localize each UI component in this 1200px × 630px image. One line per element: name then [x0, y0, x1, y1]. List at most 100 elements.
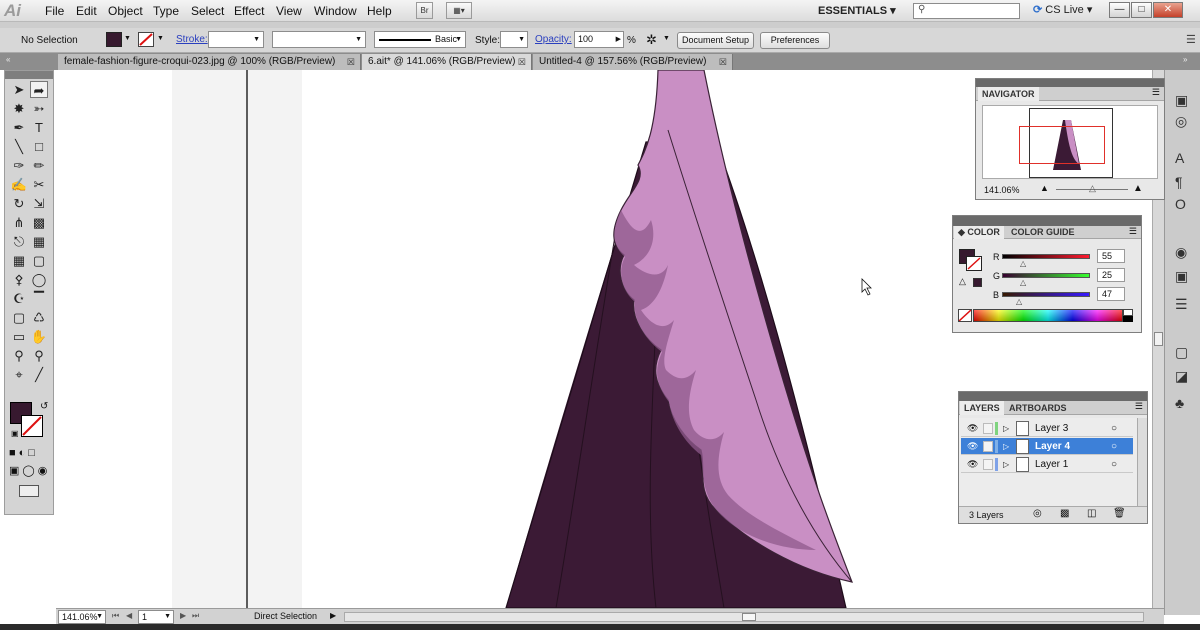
layer-name[interactable]: Layer 4 [1035, 438, 1070, 455]
lasso-tool-icon[interactable]: ➳ [30, 100, 48, 117]
hand-tool-icon[interactable]: ✋ [30, 328, 48, 345]
transparency-icon[interactable]: ◎ [1175, 113, 1187, 130]
target-circle-icon[interactable]: ○ [1111, 420, 1117, 437]
rectangle-tool-icon[interactable]: □ [30, 138, 48, 155]
cs-live-menu[interactable]: ⟳ CS Live ▾ [1033, 3, 1092, 16]
maximize-button[interactable]: □ [1131, 2, 1152, 18]
tab-6-ait[interactable]: 6.ait* @ 141.06% (RGB/Preview) ☒ [362, 54, 532, 70]
layer-row[interactable]: 👁 ▷ Layer 1 ○ [961, 456, 1133, 473]
slider-thumb-icon[interactable]: △ [1020, 259, 1026, 268]
zoom-slider-thumb[interactable]: △ [1089, 183, 1096, 194]
panel-menu-icon[interactable]: ☰ [1152, 87, 1160, 98]
previous-artboard-icon[interactable]: ◀ [126, 611, 132, 620]
white-swatch[interactable] [1123, 309, 1133, 316]
color-spectrum-bar[interactable] [973, 309, 1123, 322]
color-mode-buttons[interactable]: ■◐□ [9, 447, 38, 459]
visibility-eye-icon[interactable]: 👁 [967, 420, 978, 437]
menu-window[interactable]: Window [314, 4, 357, 18]
magic-wand-tool-icon[interactable]: ✸ [10, 100, 28, 117]
align-icon[interactable]: ◪ [1175, 368, 1188, 385]
green-value-field[interactable]: 25 [1097, 268, 1125, 282]
menu-select[interactable]: Select [191, 4, 224, 18]
pencil-tool-icon[interactable]: ✏ [30, 157, 48, 174]
trash-icon[interactable]: 🗑 [1113, 508, 1126, 519]
tab-color[interactable]: ◆ COLOR [954, 226, 1004, 239]
zoom-alt-tool-icon[interactable]: ⚲ [30, 347, 48, 364]
graphic-style-dropdown[interactable]: ▼ [500, 31, 528, 48]
horizontal-scrollbar[interactable] [344, 612, 1144, 622]
none-color-button[interactable] [958, 309, 972, 322]
first-artboard-icon[interactable]: ⏮ [112, 611, 119, 621]
expand-triangle-icon[interactable]: ▷ [1003, 438, 1009, 455]
slider-thumb-icon[interactable]: △ [1016, 297, 1022, 306]
close-tab-icon[interactable]: ☒ [518, 54, 526, 70]
collapse-arrows-icon[interactable]: » [1183, 55, 1187, 64]
draw-mode-buttons[interactable]: ▣◯◉ [9, 464, 50, 477]
crop-tool-icon[interactable]: ⌖ [10, 366, 28, 383]
brush-definition[interactable]: Basic ▼ [374, 31, 466, 48]
gradient-tool-icon[interactable]: ▢ [30, 252, 48, 269]
width-tool-icon[interactable]: ⋔ [10, 214, 28, 231]
panel-menu-icon[interactable]: ☰ [1129, 226, 1137, 237]
stroke-swatch[interactable] [138, 32, 154, 47]
slice-tool-icon[interactable]: ♺ [30, 309, 48, 326]
symbols-icon[interactable]: ▣ [1175, 268, 1188, 285]
mesh-tool-icon[interactable]: ▦ [10, 252, 28, 269]
eyedropper-tool-icon[interactable]: ⚴ [10, 271, 28, 288]
layer-row[interactable]: 👁 ▷ Layer 3 ○ [961, 420, 1133, 437]
scroll-thumb[interactable] [742, 613, 756, 621]
tab-croqui[interactable]: female-fashion-figure-croqui-023.jpg @ 1… [58, 54, 361, 70]
shape-builder-tool-icon[interactable]: ⎋ [10, 233, 28, 250]
arrange-documents-button[interactable]: ▦▾ [446, 2, 472, 19]
navigator-view-box[interactable] [1019, 126, 1105, 164]
color-stroke-swatch[interactable] [966, 256, 982, 271]
panel-menu-icon[interactable]: ☰ [1135, 401, 1143, 412]
gamut-swatch[interactable] [973, 278, 982, 287]
navigator-thumbnail[interactable] [982, 105, 1158, 179]
transform-icon[interactable]: ▢ [1175, 344, 1188, 361]
status-menu-icon[interactable]: ▶ [330, 611, 336, 620]
artboard-tool-icon[interactable]: ▢ [10, 309, 28, 326]
collapse-arrows-icon[interactable]: « [6, 55, 10, 64]
tab-layers[interactable]: LAYERS [960, 401, 1004, 415]
blend-tool-icon[interactable]: ◯ [30, 271, 48, 288]
menu-object[interactable]: Object [108, 4, 143, 18]
eraser-tool-icon[interactable]: ▭ [10, 328, 28, 345]
appearance-icon[interactable]: ▣ [1175, 92, 1188, 109]
help-search-input[interactable]: ⚲ [913, 3, 1020, 19]
menu-help[interactable]: Help [367, 4, 392, 18]
zoom-level-field[interactable]: 141.06% ▼ [58, 610, 106, 624]
opacity-field[interactable]: 100 ▶ [574, 31, 624, 48]
opentype-icon[interactable]: O [1175, 196, 1186, 212]
zoom-in-icon[interactable]: ▲ [1133, 183, 1143, 194]
column-graph-tool-icon[interactable]: ▔ [30, 290, 48, 307]
menu-type[interactable]: Type [153, 4, 179, 18]
menu-edit[interactable]: Edit [76, 4, 97, 18]
clipping-mask-icon[interactable]: ▩ [1060, 508, 1069, 519]
line-tool-icon[interactable]: ╲ [10, 138, 28, 155]
out-of-gamut-icon[interactable]: △ [959, 276, 966, 287]
panel-menu-icon[interactable]: ☰ [1186, 33, 1196, 46]
green-slider[interactable] [1002, 273, 1090, 278]
zoom-out-icon[interactable]: ▲ [1040, 183, 1049, 193]
blob-brush-tool-icon[interactable]: ✍ [10, 176, 28, 193]
close-tab-icon[interactable]: ☒ [347, 54, 355, 70]
close-button[interactable]: ✕ [1153, 2, 1183, 18]
lock-toggle[interactable] [983, 459, 993, 470]
symbol-sprayer-tool-icon[interactable]: ☪ [10, 290, 28, 307]
navigator-zoom-value[interactable]: 141.06% [984, 185, 1020, 195]
pen-tool-icon[interactable]: ✒ [10, 119, 28, 136]
stroke-icon[interactable]: ☰ [1175, 296, 1188, 313]
screen-mode-icon[interactable] [19, 485, 39, 497]
knife-tool-icon[interactable]: ╱ [30, 366, 48, 383]
lock-toggle[interactable] [983, 423, 993, 434]
last-artboard-icon[interactable]: ⏭ [192, 611, 199, 621]
tab-navigator[interactable]: NAVIGATOR [978, 87, 1039, 101]
character-icon[interactable]: A [1175, 150, 1184, 166]
layer-name[interactable]: Layer 1 [1035, 456, 1068, 473]
type-tool-icon[interactable]: T [30, 119, 48, 136]
bridge-button[interactable]: Br [416, 2, 433, 19]
menu-view[interactable]: View [276, 4, 302, 18]
fill-swatch[interactable] [106, 32, 122, 47]
rotate-tool-icon[interactable]: ↻ [10, 195, 28, 212]
